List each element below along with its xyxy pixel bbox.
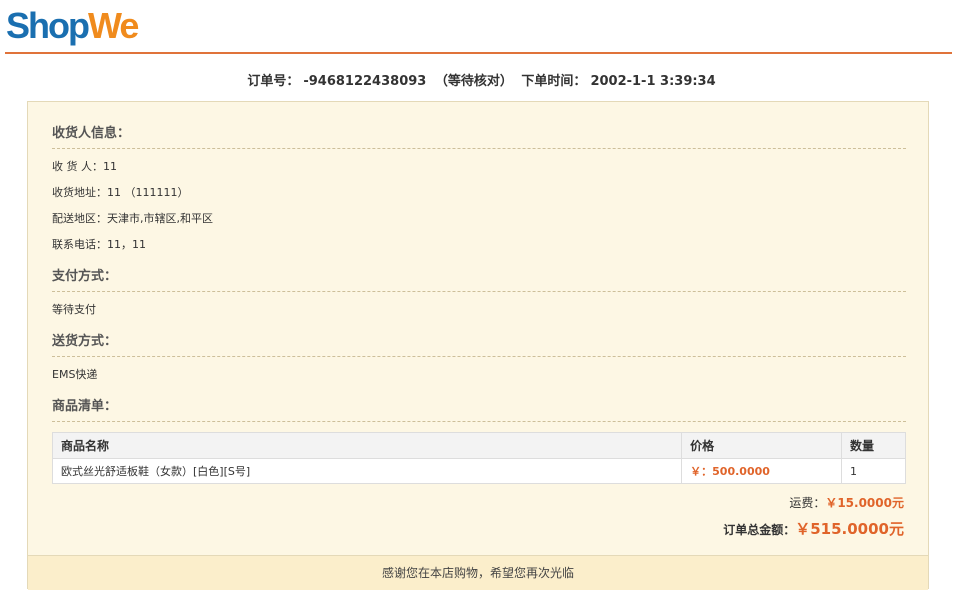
order-number: -9468122438093 — [303, 74, 427, 89]
section-divider — [52, 291, 906, 292]
total-amount: ￥515.0000元 — [795, 520, 904, 538]
delivery-section-title: 送货方式： — [52, 334, 118, 349]
payment-section-title: 支付方式： — [52, 269, 118, 284]
order-number-label: 订单号： — [247, 74, 300, 89]
goods-section-title: 商品清单： — [52, 399, 118, 414]
order-time-label: 下单时间： — [521, 74, 587, 89]
receiver-section-title: 收货人信息： — [52, 126, 131, 141]
order-total: 订单总金额：￥515.0000元 — [723, 518, 904, 539]
thank-you-footer: 感谢您在本店购物，希望您再次光临 — [28, 555, 928, 590]
header-price: 价格 — [681, 432, 843, 459]
shipping-amount: ￥15.0000元 — [825, 496, 904, 510]
delivery-method: EMS快递 — [52, 368, 98, 381]
section-divider — [52, 148, 906, 149]
goods-table: 商品名称 价格 数量 欧式丝光舒适板鞋（女款）[白色][S号] ￥：500.00… — [51, 432, 906, 484]
product-price: ￥：500.0000 — [681, 458, 843, 484]
total-label: 订单总金额： — [723, 523, 796, 537]
order-time: 2002-1-1 3:39:34 — [590, 74, 716, 89]
header-product-name: 商品名称 — [51, 432, 683, 459]
shop-logo[interactable]: ShopWe — [6, 5, 139, 46]
logo-text-shop: Shop — [6, 5, 90, 46]
shipping-label: 运费： — [789, 496, 826, 510]
footer-text: 感谢您在本店购物，希望您再次光临 — [381, 566, 574, 580]
receiver-name: 收 货 人：11 — [52, 160, 117, 173]
goods-table-header: 商品名称 价格 数量 — [51, 432, 906, 459]
order-summary-line: 订单号： -9468122438093 （等待核对） 下单时间： 2002-1-1 … — [0, 72, 963, 92]
receiver-address: 收货地址：11 （111111） — [52, 186, 189, 199]
section-divider — [52, 421, 906, 422]
receiver-phone: 联系电话：11，11 — [52, 238, 146, 251]
header-divider — [5, 52, 952, 54]
payment-method: 等待支付 — [52, 303, 96, 316]
order-status: （等待核对） — [434, 74, 513, 89]
logo-text-we: We — [87, 5, 139, 46]
header-quantity: 数量 — [841, 432, 906, 459]
product-quantity: 1 — [841, 458, 906, 484]
product-name: 欧式丝光舒适板鞋（女款）[白色][S号] — [51, 458, 683, 484]
section-divider — [52, 356, 906, 357]
receiver-region: 配送地区：天津市,市辖区,和平区 — [52, 212, 213, 225]
shipping-fee: 运费：￥15.0000元 — [789, 494, 904, 511]
table-row: 欧式丝光舒适板鞋（女款）[白色][S号] ￥：500.0000 1 — [51, 458, 906, 484]
order-detail-panel: 收货人信息： 收 货 人：11 收货地址：11 （111111） 配送地区：天津… — [27, 101, 929, 590]
